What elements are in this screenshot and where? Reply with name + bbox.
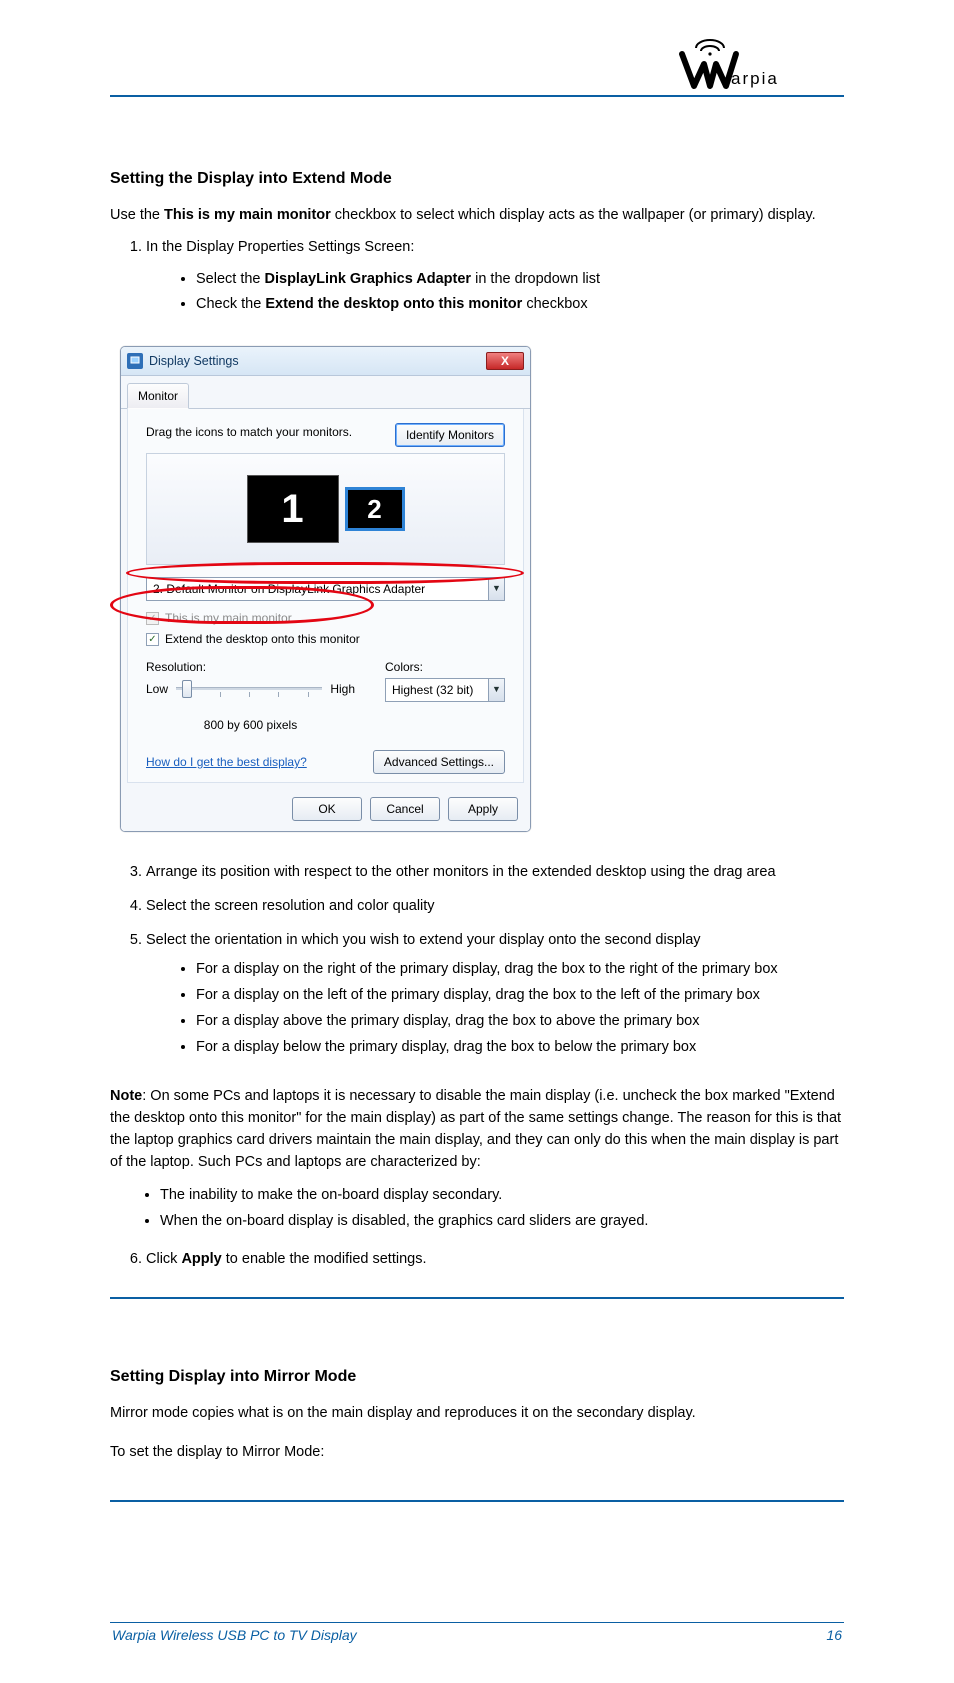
step2-b2-bold: Extend the desktop onto this monitor — [265, 296, 522, 312]
best-display-link[interactable]: How do I get the best display? — [146, 753, 307, 771]
display-dropdown-value: 2. Default Monitor on DisplayLink Graphi… — [146, 577, 505, 601]
step2-b1: Select the DisplayLink Graphics Adapter … — [196, 269, 844, 291]
monitor-arrangement-area[interactable]: 1 2 — [146, 453, 505, 565]
step1: Use the This is my main monitor checkbox… — [110, 205, 844, 227]
step5: Select the orientation in which you wish… — [146, 930, 844, 1059]
resolution-label: Resolution: — [146, 658, 355, 676]
step2-b2-prefix: Check the — [196, 296, 265, 312]
step5-text: Select the orientation in which you wish… — [146, 932, 701, 948]
step2-b2-suffix: checkbox — [522, 296, 587, 312]
note-b1: The inability to make the on-board displ… — [160, 1185, 844, 1207]
section2-lead: To set the display to Mirror Mode: — [110, 1442, 844, 1464]
slider-high-label: High — [330, 680, 355, 698]
step4: Select the screen resolution and color q… — [146, 896, 844, 918]
step5-b1: For a display on the right of the primar… — [196, 959, 844, 981]
colors-dropdown[interactable]: Highest (32 bit) — [385, 678, 505, 702]
resolution-value: 800 by 600 pixels — [146, 716, 355, 734]
note-paragraph: Note: On some PCs and laptops it is nece… — [110, 1086, 844, 1173]
chevron-down-icon[interactable]: ▼ — [488, 679, 504, 701]
close-button[interactable]: X — [486, 352, 524, 370]
chevron-down-icon[interactable]: ▼ — [488, 578, 504, 600]
drag-instruction: Drag the icons to match your monitors. — [146, 423, 352, 441]
logo-text: arpia — [731, 69, 779, 88]
section-divider — [110, 1500, 844, 1502]
step2-b1-bold: DisplayLink Graphics Adapter — [265, 271, 472, 287]
section2-intro: Mirror mode copies what is on the main d… — [110, 1403, 844, 1425]
display-settings-dialog: Display Settings X Monitor Drag the icon… — [120, 346, 531, 832]
section2-title: Setting Display into Mirror Mode — [110, 1365, 844, 1389]
monitor-2-icon[interactable]: 2 — [345, 487, 405, 531]
note-lead: Note — [110, 1088, 142, 1104]
identify-monitors-button[interactable]: Identify Monitors — [395, 423, 505, 447]
brand-logo: arpia — [676, 36, 806, 97]
step2: In the Display Properties Settings Scree… — [146, 237, 844, 316]
chk-main-monitor: ✓ This is my main monitor — [146, 609, 505, 627]
chk-main-label: This is my main monitor — [165, 609, 292, 627]
slider-thumb[interactable] — [182, 680, 192, 698]
colors-label: Colors: — [385, 658, 505, 676]
footer-title: Warpia Wireless USB PC to TV Display — [112, 1627, 357, 1643]
step6-suffix: to enable the modified settings. — [222, 1251, 427, 1267]
resolution-slider[interactable] — [176, 678, 322, 700]
section1-title: Setting the Display into Extend Mode — [110, 167, 844, 191]
chk-extend-label: Extend the desktop onto this monitor — [165, 630, 360, 648]
step1-suffix: checkbox to select which display acts as… — [331, 207, 816, 223]
step6: Click Apply to enable the modified setti… — [146, 1249, 844, 1271]
step3: Arrange its position with respect to the… — [146, 862, 844, 884]
step5-b4: For a display below the primary display,… — [196, 1037, 844, 1059]
controlpanel-icon — [127, 353, 143, 369]
checkbox-icon[interactable]: ✓ — [146, 633, 159, 646]
step5-b2: For a display on the left of the primary… — [196, 985, 844, 1007]
checkbox-icon: ✓ — [146, 612, 159, 625]
note-b2: When the on-board display is disabled, t… — [160, 1211, 844, 1233]
step6-bold: Apply — [181, 1251, 221, 1267]
monitor-1-icon[interactable]: 1 — [247, 475, 339, 543]
advanced-settings-button[interactable]: Advanced Settings... — [373, 750, 505, 774]
footer-page: 16 — [826, 1627, 842, 1643]
dialog-titlebar[interactable]: Display Settings X — [121, 347, 530, 376]
step1-prefix: Use the — [110, 207, 164, 223]
chk-extend-desktop[interactable]: ✓ Extend the desktop onto this monitor — [146, 630, 505, 648]
step6-prefix: Click — [146, 1251, 181, 1267]
step2-b2: Check the Extend the desktop onto this m… — [196, 294, 844, 316]
step1-bold: This is my main monitor — [164, 207, 331, 223]
note-text: : On some PCs and laptops it is necessar… — [110, 1088, 841, 1169]
tab-monitor[interactable]: Monitor — [127, 383, 189, 409]
page-footer: Warpia Wireless USB PC to TV Display 16 — [110, 1622, 844, 1643]
step2-b1-suffix: in the dropdown list — [471, 271, 600, 287]
step2-b1-prefix: Select the — [196, 271, 265, 287]
apply-button[interactable]: Apply — [448, 797, 518, 821]
step5-b3: For a display above the primary display,… — [196, 1011, 844, 1033]
section-divider — [110, 1297, 844, 1299]
ok-button[interactable]: OK — [292, 797, 362, 821]
step2-text: In the Display Properties Settings Scree… — [146, 239, 414, 255]
dialog-title: Display Settings — [149, 352, 239, 371]
slider-low-label: Low — [146, 680, 168, 698]
cancel-button[interactable]: Cancel — [370, 797, 440, 821]
display-dropdown[interactable]: 2. Default Monitor on DisplayLink Graphi… — [146, 577, 505, 601]
